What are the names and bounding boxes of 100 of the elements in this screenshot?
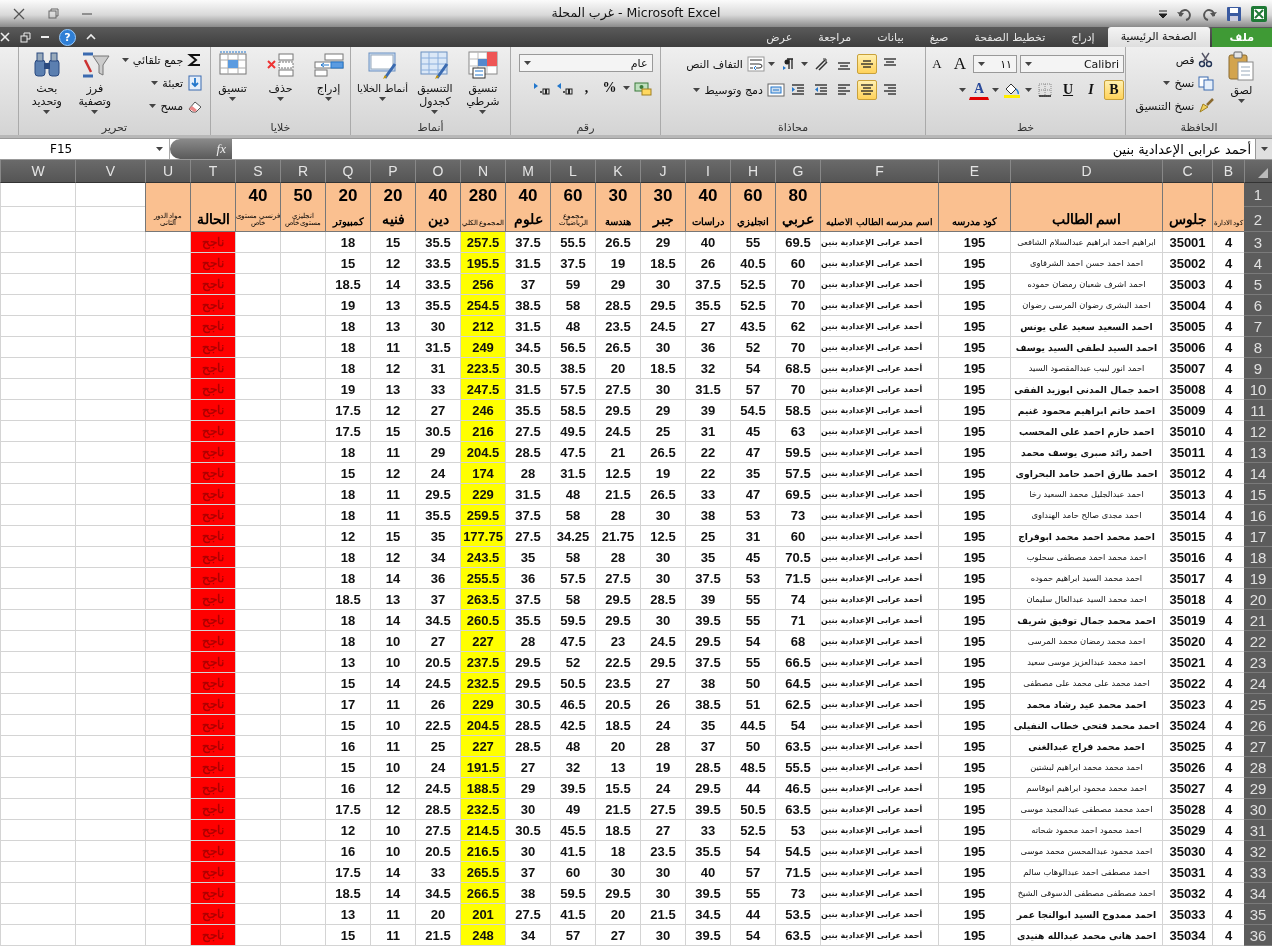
column-letter[interactable]: T xyxy=(190,160,235,183)
column-letter[interactable]: N xyxy=(460,160,505,183)
sort-filter-button[interactable]: فرز وتصفية xyxy=(73,50,116,115)
file-tab[interactable]: ملف xyxy=(1211,28,1272,47)
ribbon-tab[interactable]: صيغ xyxy=(916,28,962,47)
column-letter[interactable]: K xyxy=(595,160,640,183)
column-letter[interactable]: W xyxy=(0,160,75,183)
insert-function-button[interactable]: fx xyxy=(216,141,226,157)
clear-button[interactable]: مسح xyxy=(149,96,204,116)
format-painter-button[interactable]: نسخ التنسيق xyxy=(1135,96,1215,116)
row-number[interactable]: 31 xyxy=(1244,820,1272,841)
row-number[interactable]: 27 xyxy=(1244,736,1272,757)
row-number[interactable]: 21 xyxy=(1244,610,1272,631)
ribbon-tab[interactable]: مراجعة xyxy=(805,28,865,47)
ribbon-tab[interactable]: بيانات xyxy=(864,28,917,47)
row-number[interactable]: 24 xyxy=(1244,673,1272,694)
column-letter[interactable]: F xyxy=(820,160,938,183)
row-number[interactable]: 14 xyxy=(1244,463,1272,484)
ribbon-tab[interactable]: إدراج xyxy=(1058,28,1108,47)
row-number[interactable]: 20 xyxy=(1244,589,1272,610)
autosum-button[interactable]: جمع تلقائي xyxy=(121,50,204,70)
row-number[interactable]: 34 xyxy=(1244,883,1272,904)
column-letter[interactable]: U xyxy=(145,160,190,183)
paste-button[interactable]: لصق xyxy=(1220,50,1263,104)
ribbon-tab[interactable]: الصفحة الرئيسية xyxy=(1107,27,1210,47)
ribbon-tab[interactable]: عرض xyxy=(753,28,806,47)
column-letter[interactable]: L xyxy=(550,160,595,183)
column-letter[interactable]: I xyxy=(685,160,730,183)
fill-button[interactable]: تعبئة xyxy=(151,73,204,93)
row-number[interactable]: 8 xyxy=(1244,337,1272,358)
column-letter[interactable]: S xyxy=(235,160,280,183)
column-letter[interactable]: R xyxy=(280,160,325,183)
column-letter[interactable]: E xyxy=(938,160,1010,183)
wrap-text-button[interactable]: التفاف النص xyxy=(686,54,765,74)
row-number[interactable]: 9 xyxy=(1244,358,1272,379)
font-color-button[interactable]: A xyxy=(969,80,989,100)
help-button[interactable]: ? xyxy=(59,28,76,46)
cell-styles-button[interactable]: أنماط الخلايا xyxy=(357,50,408,102)
row-number[interactable]: 6 xyxy=(1244,295,1272,316)
row-number[interactable]: 32 xyxy=(1244,841,1272,862)
format-button[interactable]: تنسيق xyxy=(211,50,254,102)
column-letter[interactable]: Q xyxy=(325,160,370,183)
align-center-button[interactable] xyxy=(856,80,877,100)
row-number[interactable]: 4 xyxy=(1244,253,1272,274)
row-number[interactable]: 25 xyxy=(1244,694,1272,715)
row-number[interactable]: 30 xyxy=(1244,799,1272,820)
row-number[interactable]: 11 xyxy=(1244,400,1272,421)
bold-button[interactable]: B xyxy=(1104,80,1124,100)
borders-button[interactable] xyxy=(1035,80,1055,100)
underline-button[interactable]: U xyxy=(1058,80,1078,100)
row-number[interactable]: 3 xyxy=(1244,232,1272,253)
delete-button[interactable]: حذف xyxy=(259,50,302,102)
formula-field[interactable]: أحمد عرابى الإعدادية بنين xyxy=(232,139,1255,159)
row-number[interactable]: 33 xyxy=(1244,862,1272,883)
row-number[interactable]: 1 xyxy=(1244,183,1272,207)
row-number[interactable]: 19 xyxy=(1244,568,1272,589)
copy-button[interactable]: نسخ xyxy=(1163,73,1215,93)
grow-font-button[interactable]: A xyxy=(950,54,970,74)
number-format-field[interactable]: عام xyxy=(518,54,653,72)
row-number[interactable]: 26 xyxy=(1244,715,1272,736)
row-number[interactable]: 13 xyxy=(1244,442,1272,463)
row-number[interactable]: 15 xyxy=(1244,484,1272,505)
merge-center-button[interactable]: دمج وتوسيط xyxy=(693,80,785,100)
font-field[interactable]: Calibri xyxy=(1020,55,1124,73)
column-letter[interactable]: V xyxy=(75,160,145,183)
shrink-font-button[interactable]: A xyxy=(927,54,947,74)
cut-button[interactable]: قص xyxy=(1175,50,1215,70)
column-letter[interactable]: B xyxy=(1212,160,1244,183)
row-number[interactable]: 29 xyxy=(1244,778,1272,799)
align-middle-button[interactable] xyxy=(856,54,877,74)
row-number[interactable]: 12 xyxy=(1244,421,1272,442)
row-number[interactable]: 16 xyxy=(1244,505,1272,526)
conditional-format-button[interactable]: تنسيق شرطي xyxy=(461,50,504,115)
row-number[interactable]: 36 xyxy=(1244,925,1272,946)
row-number[interactable]: 22 xyxy=(1244,631,1272,652)
ribbon-tab[interactable]: تخطيط الصفحة xyxy=(961,28,1059,47)
row-number[interactable]: 28 xyxy=(1244,757,1272,778)
row-number[interactable]: 7 xyxy=(1244,316,1272,337)
row-number[interactable]: 18 xyxy=(1244,547,1272,568)
percent-button[interactable]: % xyxy=(599,78,620,98)
font-size-field[interactable]: ١١ xyxy=(973,55,1017,73)
column-letter[interactable]: O xyxy=(415,160,460,183)
column-letter[interactable]: M xyxy=(505,160,550,183)
comma-button[interactable]: , xyxy=(576,78,597,98)
row-number[interactable]: 2 xyxy=(1244,207,1272,232)
row-number[interactable]: 35 xyxy=(1244,904,1272,925)
column-letter[interactable]: J xyxy=(640,160,685,183)
row-number[interactable]: 5 xyxy=(1244,274,1272,295)
column-letter[interactable]: H xyxy=(730,160,775,183)
row-number[interactable]: 17 xyxy=(1244,526,1272,547)
insert-button[interactable]: إدراج xyxy=(307,50,350,102)
row-number[interactable]: 23 xyxy=(1244,652,1272,673)
column-letter[interactable]: D xyxy=(1010,160,1162,183)
row-number[interactable]: 10 xyxy=(1244,379,1272,400)
column-letter[interactable]: P xyxy=(370,160,415,183)
format-table-button[interactable]: التنسيق كجدول xyxy=(413,50,456,115)
name-box[interactable]: F15 xyxy=(0,139,170,159)
column-letter[interactable]: G xyxy=(775,160,820,183)
column-letter[interactable]: C xyxy=(1162,160,1212,183)
italic-button[interactable]: I xyxy=(1081,80,1101,100)
